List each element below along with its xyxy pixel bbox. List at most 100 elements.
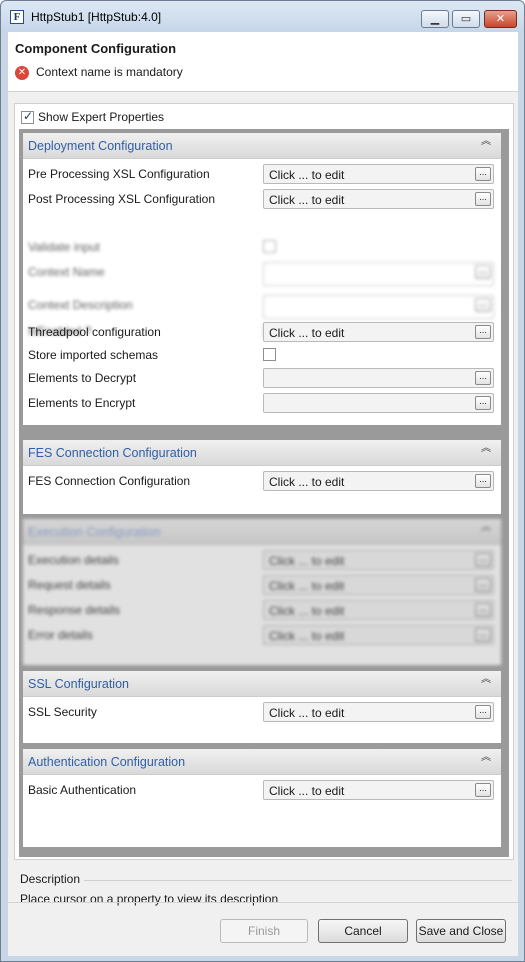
maximize-button[interactable]: ▭ [452,10,480,28]
save-and-close-button[interactable]: Save and Close [416,919,506,943]
ellipsis-button[interactable]: ... [475,396,491,410]
button-bar: Finish Cancel Save and Close [8,732,518,956]
window-title: HttpStub1 [HttpStub:4.0] [31,10,162,24]
finish-button[interactable]: Finish [220,919,308,943]
property-row: Response details Click ... to edit ... [23,599,501,621]
property-row: Error details Click ... to edit ... [23,624,501,646]
section-title: SSL Configuration [28,677,129,691]
property-row: Context Name ... [23,261,501,287]
field-value: Click ... to edit [269,168,345,182]
section-deployment: Deployment Configuration ︽ Pre Processin… [23,133,501,425]
ellipsis-button: ... [475,578,491,592]
error-icon: ✕ [15,66,29,80]
property-label: Store imported schemas [28,348,159,362]
close-button[interactable]: ✕ [484,10,517,28]
fes-connection-field[interactable]: Click ... to edit ... [263,471,494,491]
ellipsis-button: ... [475,628,491,642]
property-row: SSL Security Click ... to edit ... [23,701,501,723]
field-value: Click ... to edit [269,706,345,720]
context-description-input: ... [263,295,494,319]
property-row: FES Connection Configuration Click ... t… [23,470,501,492]
property-label: Response details [28,603,121,617]
post-xsl-field[interactable]: Click ... to edit ... [263,189,494,209]
app-icon: F [10,10,24,24]
property-label: Validate input [28,240,100,254]
collapse-icon: ︽ [481,522,491,533]
collapse-icon[interactable]: ︽ [479,444,493,459]
ellipsis-button: ... [475,298,491,312]
ellipsis-button[interactable]: ... [475,371,491,385]
section-title: Execution Configuration [28,525,161,539]
show-expert-label: Show Expert Properties [38,110,165,124]
context-name-input: ... [263,262,494,286]
validate-input-checkbox [263,240,276,253]
ellipsis-button: ... [475,553,491,567]
dialog-client: Component Configuration ✕ Context name i… [8,32,518,956]
collapse-icon[interactable]: ︽ [479,137,493,152]
collapse-icon[interactable]: ︽ [479,675,493,690]
field-value: Click ... to edit [269,604,345,618]
pre-xsl-field[interactable]: Click ... to edit ... [263,164,494,184]
show-expert-checkbox[interactable] [21,109,34,124]
property-label: Elements to Decrypt [28,371,137,385]
property-label: Pre Processing XSL Configuration [28,167,210,181]
section-execution: Execution Configuration ︽ Execution deta… [23,519,501,665]
field-value: Click ... to edit [269,579,345,593]
property-label: Context Description [28,298,133,312]
store-schemas-checkbox[interactable] [263,348,276,361]
section-header-deployment[interactable]: Deployment Configuration ︽ [23,133,501,159]
threadpool-field[interactable]: Click ... to edit ... [263,322,494,342]
error-details-field: Click ... to edit ... [263,625,494,645]
error-message: Context name is mandatory [36,65,183,79]
ellipsis-button[interactable]: ... [475,192,491,206]
section-title: Deployment Configuration [28,139,173,153]
decrypt-elements-field[interactable]: ... [263,368,494,388]
property-row: Threadpool configuration Click ... to ed… [23,321,501,343]
section-header-execution: Execution Configuration ︽ [23,519,501,545]
title-bar[interactable]: F HttpStub1 [HttpStub:4.0] ▁ ▭ ✕ [1,1,524,32]
property-label: SSL Security [28,705,97,719]
property-row: Elements to Decrypt ... [23,367,501,389]
minimize-button[interactable]: ▁ [421,10,449,28]
property-row: Execution details Click ... to edit ... [23,549,501,571]
property-label: Error details [28,628,93,642]
ellipsis-button[interactable]: ... [475,167,491,181]
dialog-header: Component Configuration ✕ Context name i… [8,32,518,92]
ellipsis-button: ... [475,265,491,279]
property-row: Validate input [23,236,501,258]
property-row: Pre Processing XSL Configuration Click .… [23,163,501,185]
property-label: Post Processing XSL Configuration [28,192,215,206]
property-row: Store imported schemas [23,344,501,366]
ellipsis-button[interactable]: ... [475,474,491,488]
property-label: Elements to Encrypt [28,396,136,410]
property-label: FES Connection Configuration [28,474,191,488]
ellipsis-button[interactable]: ... [475,705,491,719]
property-row: Request details Click ... to edit ... [23,574,501,596]
page-title: Component Configuration [15,41,177,56]
property-row: Elements to Encrypt ... [23,392,501,414]
ellipsis-button[interactable]: ... [475,325,491,339]
property-label: Context Name [28,265,105,279]
cancel-button[interactable]: Cancel [318,919,408,943]
section-header-fes[interactable]: FES Connection Configuration ︽ [23,440,501,466]
ellipsis-button: ... [475,603,491,617]
encrypt-elements-field[interactable]: ... [263,393,494,413]
ssl-security-field[interactable]: Click ... to edit ... [263,702,494,722]
section-header-ssl[interactable]: SSL Configuration ︽ [23,671,501,697]
section-title: FES Connection Configuration [28,446,197,460]
show-expert-toggle[interactable]: Show Expert Properties [21,109,165,124]
property-label: Request details [28,578,111,592]
field-value: Click ... to edit [269,326,345,340]
field-value: Click ... to edit [269,629,345,643]
request-details-field: Click ... to edit ... [263,575,494,595]
field-value: Click ... to edit [269,193,345,207]
execution-details-field: Click ... to edit ... [263,550,494,570]
dialog-window: F HttpStub1 [HttpStub:4.0] ▁ ▭ ✕ Compone… [0,0,525,962]
field-value: Click ... to edit [269,475,345,489]
property-row: Post Processing XSL Configuration Click … [23,188,501,210]
section-fes: FES Connection Configuration ︽ FES Conne… [23,440,501,514]
property-label: Threadpool configuration [28,325,161,339]
field-value: Click ... to edit [269,554,345,568]
response-details-field: Click ... to edit ... [263,600,494,620]
property-label: Execution details [28,553,119,567]
